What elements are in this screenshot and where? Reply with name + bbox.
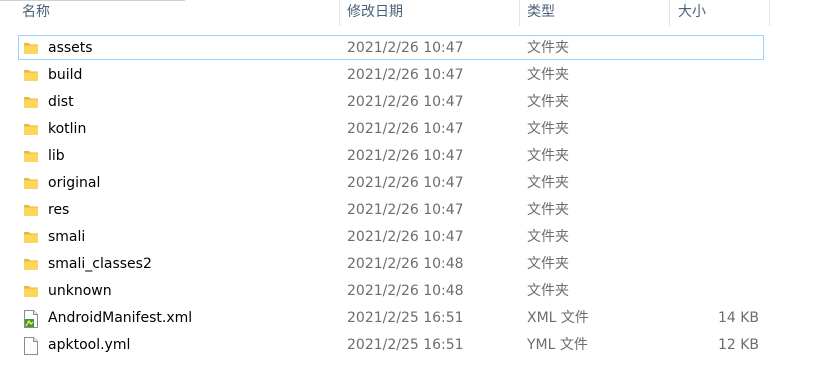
file-name: lib [48,148,65,164]
date-modified: 2021/2/26 10:47 [347,148,464,164]
file-row[interactable]: smali_classes2 2021/2/26 10:48 文件夹 [18,251,764,276]
date-modified: 2021/2/26 10:47 [347,229,464,245]
date-modified: 2021/2/26 10:47 [347,67,464,83]
file-size: 14 KB [717,310,759,326]
file-type: 文件夹 [527,94,569,110]
file-type: 文件夹 [527,283,569,299]
column-divider[interactable] [339,0,340,26]
folder-icon [23,40,39,56]
file-row[interactable]: lib 2021/2/26 10:47 文件夹 [18,143,764,168]
file-row[interactable]: apktool.yml 2021/2/25 16:51 YML 文件 12 KB [18,332,764,357]
date-modified: 2021/2/25 16:51 [347,310,464,326]
file-row[interactable]: unknown 2021/2/26 10:48 文件夹 [18,278,764,303]
date-modified: 2021/2/26 10:47 [347,121,464,137]
folder-icon [23,283,39,299]
folder-icon [23,175,39,191]
file-type: 文件夹 [527,40,569,56]
folder-icon [23,121,39,137]
file-row[interactable]: dist 2021/2/26 10:47 文件夹 [18,89,764,114]
date-modified: 2021/2/26 10:47 [347,94,464,110]
file-type: 文件夹 [527,202,569,218]
column-header-size[interactable]: 大小 [678,0,706,24]
file-name: smali_classes2 [48,256,152,272]
folder-icon [23,229,39,245]
file-name: apktool.yml [48,337,131,353]
file-name: res [48,202,70,218]
date-modified: 2021/2/26 10:47 [347,175,464,191]
folder-icon [23,67,39,83]
file-name: assets [48,40,93,56]
column-divider[interactable] [519,0,520,26]
date-modified: 2021/2/25 16:51 [347,337,464,353]
file-row[interactable]: AndroidManifest.xml 2021/2/25 16:51 XML 文件… [18,305,764,330]
file-type: XML 文件 [527,310,589,326]
date-modified: 2021/2/26 10:47 [347,40,464,56]
date-modified: 2021/2/26 10:48 [347,283,464,299]
file-name: dist [48,94,74,110]
column-divider[interactable] [669,0,670,26]
folder-icon [23,94,39,110]
file-type: 文件夹 [527,229,569,245]
file-row[interactable]: res 2021/2/26 10:47 文件夹 [18,197,764,222]
file-name: original [48,175,101,191]
date-modified: 2021/2/26 10:48 [347,256,464,272]
file-name: AndroidManifest.xml [48,310,193,326]
file-size: 12 KB [717,337,759,353]
file-name: smali [48,229,86,245]
file-name: unknown [48,283,112,299]
folder-icon [23,202,39,218]
date-modified: 2021/2/26 10:47 [347,202,464,218]
file-row[interactable]: smali 2021/2/26 10:47 文件夹 [18,224,764,249]
folder-icon [23,148,39,164]
xml-file-icon [23,310,39,328]
column-header-date-modified[interactable]: 修改日期 [347,0,403,24]
file-type: 文件夹 [527,175,569,191]
column-divider[interactable] [769,0,770,26]
column-header-bar: 名称 修改日期 类型 大小 [0,0,817,27]
file-type: 文件夹 [527,67,569,83]
file-row[interactable]: assets 2021/2/26 10:47 文件夹 [18,35,764,60]
column-header-name[interactable]: 名称 [22,0,50,24]
file-row[interactable]: build 2021/2/26 10:47 文件夹 [18,62,764,87]
file-type: 文件夹 [527,256,569,272]
file-row[interactable]: original 2021/2/26 10:47 文件夹 [18,170,764,195]
file-name: kotlin [48,121,87,137]
text-file-icon [23,337,39,355]
file-type: 文件夹 [527,148,569,164]
file-row[interactable]: kotlin 2021/2/26 10:47 文件夹 [18,116,764,141]
folder-icon [23,256,39,272]
column-header-type[interactable]: 类型 [527,0,555,24]
file-name: build [48,67,83,83]
file-explorer-list: 名称 修改日期 类型 大小 assets 2021/2/26 10:47 文件夹 bu… [0,0,817,384]
file-type: YML 文件 [527,337,588,353]
file-type: 文件夹 [527,121,569,137]
